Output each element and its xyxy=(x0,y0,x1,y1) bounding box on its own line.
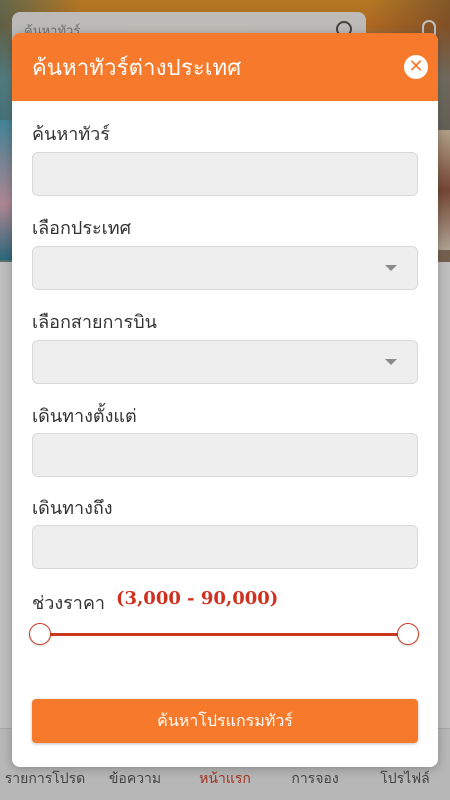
modal-header: ค้นหาทัวร์ต่างประเทศ ✕ xyxy=(12,33,438,101)
depart-from-label: เดินทางตั้งแต่ xyxy=(32,406,137,427)
price-slider-max-handle[interactable] xyxy=(397,623,419,645)
price-range-value: (3,000 - 90,000) xyxy=(116,588,279,609)
close-icon[interactable]: ✕ xyxy=(404,55,428,79)
chevron-down-icon xyxy=(385,359,397,365)
tour-search-label: ค้นหาทัวร์ xyxy=(32,124,110,145)
depart-to-label: เดินทางถึง xyxy=(32,498,113,519)
airline-select[interactable] xyxy=(32,340,418,384)
tour-search-modal: ค้นหาทัวร์ต่างประเทศ ✕ ค้นหาทัวร์ เลือกป… xyxy=(12,33,438,767)
country-label: เลือกประเทศ xyxy=(32,218,132,239)
country-select[interactable] xyxy=(32,246,418,290)
airline-label: เลือกสายการบิน xyxy=(32,312,157,333)
depart-from-input[interactable] xyxy=(32,433,418,477)
price-slider-track[interactable] xyxy=(40,633,408,636)
price-range-label: ช่วงราคา xyxy=(32,593,106,614)
modal-title: ค้นหาทัวร์ต่างประเทศ xyxy=(32,55,242,81)
depart-to-input[interactable] xyxy=(32,525,418,569)
price-slider-min-handle[interactable] xyxy=(29,623,51,645)
tour-search-input[interactable] xyxy=(32,152,418,196)
search-tour-button[interactable]: ค้นหาโปรแกรมทัวร์ xyxy=(32,699,418,743)
chevron-down-icon xyxy=(385,265,397,271)
